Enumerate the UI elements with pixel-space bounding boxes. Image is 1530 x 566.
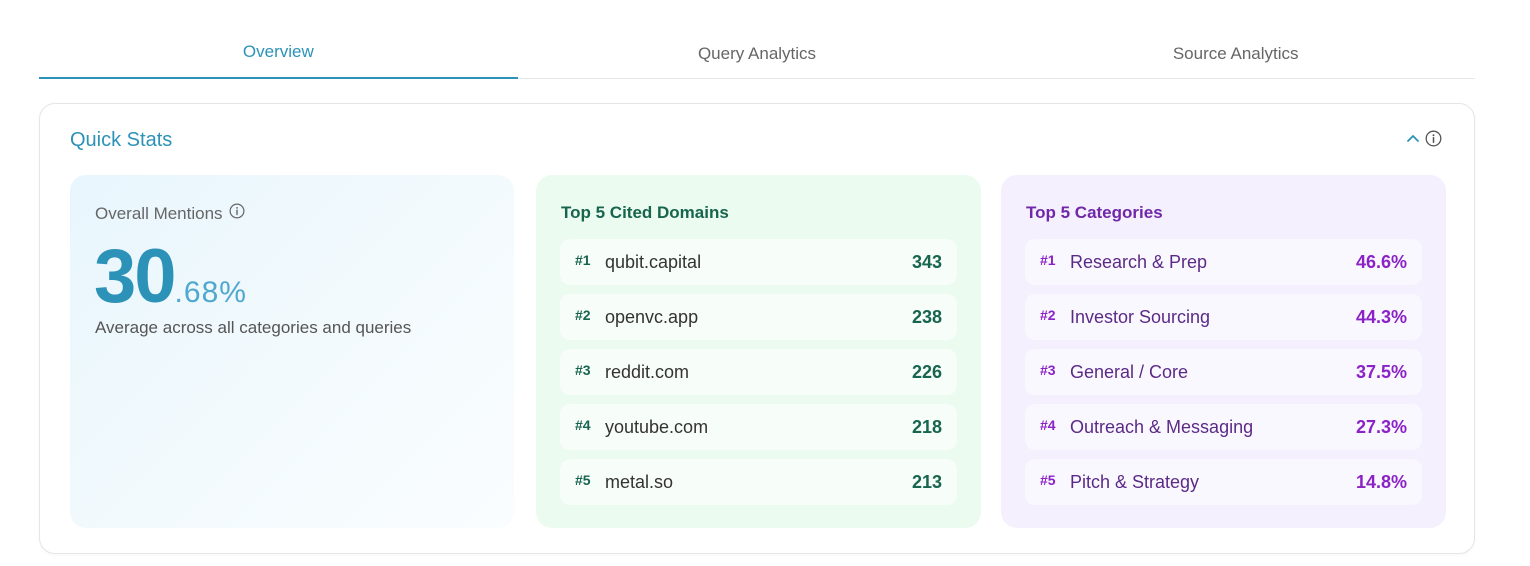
category-name: Pitch & Strategy xyxy=(1070,471,1200,492)
tab-source-analytics[interactable]: Source Analytics xyxy=(996,28,1475,78)
domain-rank: #5 xyxy=(575,472,591,488)
category-row[interactable]: #1 Research & Prep 46.6% xyxy=(1025,239,1422,285)
category-rank: #2 xyxy=(1040,307,1056,323)
overall-mentions-value: 30 .68% xyxy=(94,239,247,315)
domain-name: openvc.app xyxy=(605,306,699,327)
domain-row[interactable]: #3 reddit.com 226 xyxy=(560,349,957,395)
category-name: General / Core xyxy=(1070,361,1189,382)
domain-rank: #4 xyxy=(575,417,591,433)
quick-stats-title: Quick Stats xyxy=(70,129,173,151)
category-row[interactable]: #3 General / Core 37.5% xyxy=(1025,349,1422,395)
overall-mentions-integer: 30 xyxy=(94,234,177,319)
domain-row[interactable]: #2 openvc.app 238 xyxy=(560,294,957,340)
category-row[interactable]: #4 Outreach & Messaging 27.3% xyxy=(1025,404,1422,450)
domain-name: reddit.com xyxy=(605,361,690,382)
tab-query-analytics[interactable]: Query Analytics xyxy=(518,28,997,78)
overall-mentions-decimal: .68% xyxy=(174,276,247,309)
domain-rank: #1 xyxy=(575,252,591,268)
tab-bar: Overview Query Analytics Source Analytic… xyxy=(39,28,1475,79)
category-rank: #3 xyxy=(1040,362,1056,378)
category-name: Research & Prep xyxy=(1070,251,1208,272)
info-icon[interactable] xyxy=(229,203,245,224)
category-name: Investor Sourcing xyxy=(1070,306,1211,327)
domain-count: 226 xyxy=(911,361,942,382)
category-percent: 44.3% xyxy=(1355,306,1407,327)
top-categories-list: #1 Research & Prep 46.6% #2 Investor Sou… xyxy=(1025,239,1422,514)
overall-mentions-label: Overall Mentions xyxy=(95,203,223,223)
category-percent: 27.3% xyxy=(1355,416,1407,437)
category-rank: #1 xyxy=(1040,252,1056,268)
card-controls xyxy=(1404,128,1442,148)
overall-mentions-label-row: Overall Mentions xyxy=(95,203,245,224)
domain-count: 343 xyxy=(911,251,942,272)
top-categories-title: Top 5 Categories xyxy=(1026,203,1163,222)
top-categories-panel: Top 5 Categories #1 Research & Prep 46.6… xyxy=(1001,175,1446,528)
top-domains-title: Top 5 Cited Domains xyxy=(561,203,729,222)
category-percent: 37.5% xyxy=(1355,361,1407,382)
top-domains-panel: Top 5 Cited Domains #1 qubit.capital 343… xyxy=(536,175,981,528)
quick-stats-card: Quick Stats Overall Mentions 30 .68% Ave… xyxy=(39,103,1475,554)
tab-overview[interactable]: Overview xyxy=(39,28,518,79)
overall-mentions-panel: Overall Mentions 30 .68% Average across … xyxy=(70,175,514,528)
domain-row[interactable]: #5 metal.so 213 xyxy=(560,459,957,505)
info-icon[interactable] xyxy=(1424,129,1442,147)
overall-mentions-subtitle: Average across all categories and querie… xyxy=(95,318,412,337)
domain-name: metal.so xyxy=(605,471,674,492)
category-name: Outreach & Messaging xyxy=(1070,416,1254,437)
category-percent: 46.6% xyxy=(1355,251,1407,272)
category-row[interactable]: #5 Pitch & Strategy 14.8% xyxy=(1025,459,1422,505)
category-rank: #5 xyxy=(1040,472,1056,488)
category-row[interactable]: #2 Investor Sourcing 44.3% xyxy=(1025,294,1422,340)
category-percent: 14.8% xyxy=(1355,471,1407,492)
top-domains-list: #1 qubit.capital 343 #2 openvc.app 238 #… xyxy=(560,239,957,514)
domain-count: 213 xyxy=(911,471,942,492)
domain-count: 238 xyxy=(911,306,942,327)
domain-row[interactable]: #1 qubit.capital 343 xyxy=(560,239,957,285)
category-rank: #4 xyxy=(1040,417,1056,433)
domain-name: youtube.com xyxy=(605,416,709,437)
domain-row[interactable]: #4 youtube.com 218 xyxy=(560,404,957,450)
domain-rank: #2 xyxy=(575,307,591,323)
domain-name: qubit.capital xyxy=(605,251,702,272)
chevron-up-icon[interactable] xyxy=(1404,128,1422,148)
domain-rank: #3 xyxy=(575,362,591,378)
domain-count: 218 xyxy=(911,416,942,437)
